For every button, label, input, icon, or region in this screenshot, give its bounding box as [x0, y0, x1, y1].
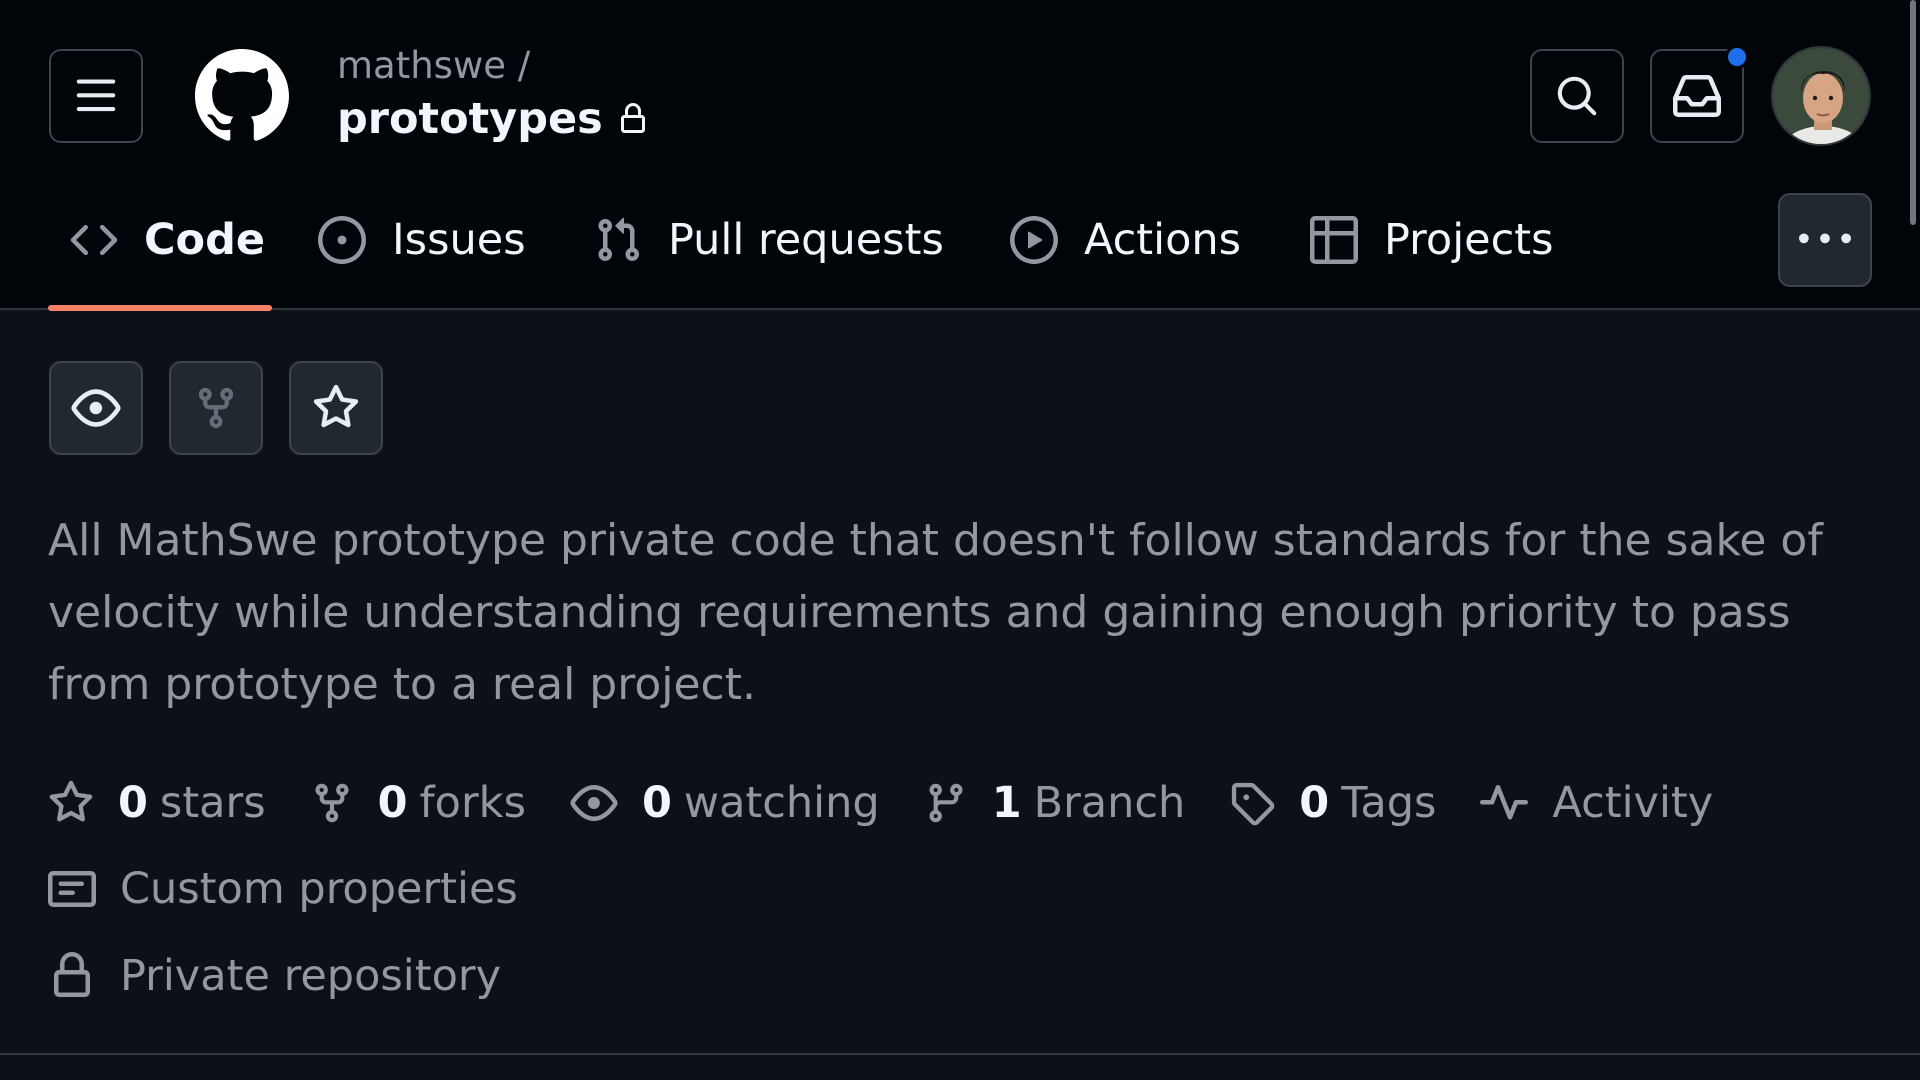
tag-icon: [1229, 780, 1275, 826]
repo-forked-icon: [198, 387, 234, 429]
branches-count: 1: [991, 778, 1022, 828]
tab-pull-requests[interactable]: Pull requests: [594, 205, 944, 275]
more-tabs-button[interactable]: [1778, 193, 1872, 287]
table-icon: [1310, 216, 1358, 264]
star-button[interactable]: [289, 361, 383, 455]
watching-link[interactable]: 0 watching: [570, 778, 880, 828]
tags-link[interactable]: 0 Tags: [1229, 778, 1436, 828]
watch-button[interactable]: [49, 361, 143, 455]
kebab-horizontal-icon: [1799, 233, 1851, 244]
repo-description: All MathSwe prototype private code that …: [48, 515, 1823, 710]
menu-button[interactable]: [49, 49, 143, 143]
repo-header: mathswe / prototypes Code Issues Pull re…: [0, 0, 1920, 311]
avatar[interactable]: [1771, 46, 1871, 146]
eye-icon: [570, 779, 618, 827]
tab-code-label: Code: [144, 215, 266, 265]
watching-label: watching: [683, 778, 880, 828]
branches-link[interactable]: 1 Branch: [924, 778, 1186, 828]
star-icon: [48, 780, 94, 826]
private-repository-info: Private repository: [48, 943, 501, 1009]
page-scrollbar[interactable]: [1910, 0, 1916, 225]
issue-opened-icon: [318, 216, 366, 264]
branches-label: Branch: [1033, 778, 1186, 828]
stars-link[interactable]: 0 stars: [48, 778, 266, 828]
activity-link[interactable]: Activity: [1480, 778, 1713, 828]
tags-count: 0: [1299, 778, 1330, 828]
repo-name-label[interactable]: prototypes: [337, 94, 603, 144]
private-repository-label: Private repository: [120, 951, 502, 1001]
lock-icon: [617, 101, 649, 137]
search-icon: [1557, 76, 1597, 116]
code-icon: [70, 216, 118, 264]
tab-projects-label: Projects: [1384, 215, 1554, 265]
section-divider: [0, 1053, 1920, 1055]
stars-count: 0: [118, 778, 148, 828]
tab-code[interactable]: Code: [70, 205, 265, 275]
git-pull-request-icon: [594, 216, 642, 264]
selected-tab-indicator: [48, 305, 272, 311]
github-mark-icon: [195, 49, 289, 141]
github-logo[interactable]: [195, 49, 289, 143]
repo-forked-icon: [310, 781, 354, 825]
forks-count: 0: [377, 778, 408, 828]
tab-issues[interactable]: Issues: [318, 205, 526, 275]
git-branch-icon: [924, 781, 968, 825]
tab-actions-label: Actions: [1084, 215, 1242, 265]
notification-indicator: [1725, 45, 1749, 69]
repo-stats: 0 stars 0 forks 0 watching 1 Branch 0 Ta…: [48, 770, 1757, 836]
watching-count: 0: [641, 778, 672, 828]
hamburger-icon: [76, 79, 116, 112]
lock-icon: [48, 952, 96, 1000]
fork-button[interactable]: [169, 361, 263, 455]
tab-issues-label: Issues: [392, 215, 526, 265]
tags-label: Tags: [1341, 778, 1437, 828]
repo-name[interactable]: prototypes: [337, 94, 649, 144]
play-icon: [1010, 216, 1058, 264]
note-icon: [48, 865, 96, 913]
inbox-icon: [1673, 75, 1721, 117]
pulse-icon: [1480, 779, 1529, 827]
tab-actions[interactable]: Actions: [1010, 205, 1241, 275]
forks-label: forks: [419, 778, 526, 828]
avatar-image: [1773, 48, 1869, 144]
stars-label: stars: [159, 778, 266, 828]
eye-icon: [71, 389, 121, 427]
tab-projects[interactable]: Projects: [1310, 205, 1554, 275]
search-button[interactable]: [1530, 49, 1624, 143]
custom-properties-label: Custom properties: [120, 864, 518, 914]
star-icon: [313, 384, 359, 428]
activity-label: Activity: [1552, 778, 1714, 828]
custom-properties-link[interactable]: Custom properties: [48, 856, 518, 922]
tab-pull-requests-label: Pull requests: [668, 215, 944, 265]
repo-owner-link[interactable]: mathswe /: [337, 44, 530, 87]
forks-link[interactable]: 0 forks: [310, 778, 526, 828]
